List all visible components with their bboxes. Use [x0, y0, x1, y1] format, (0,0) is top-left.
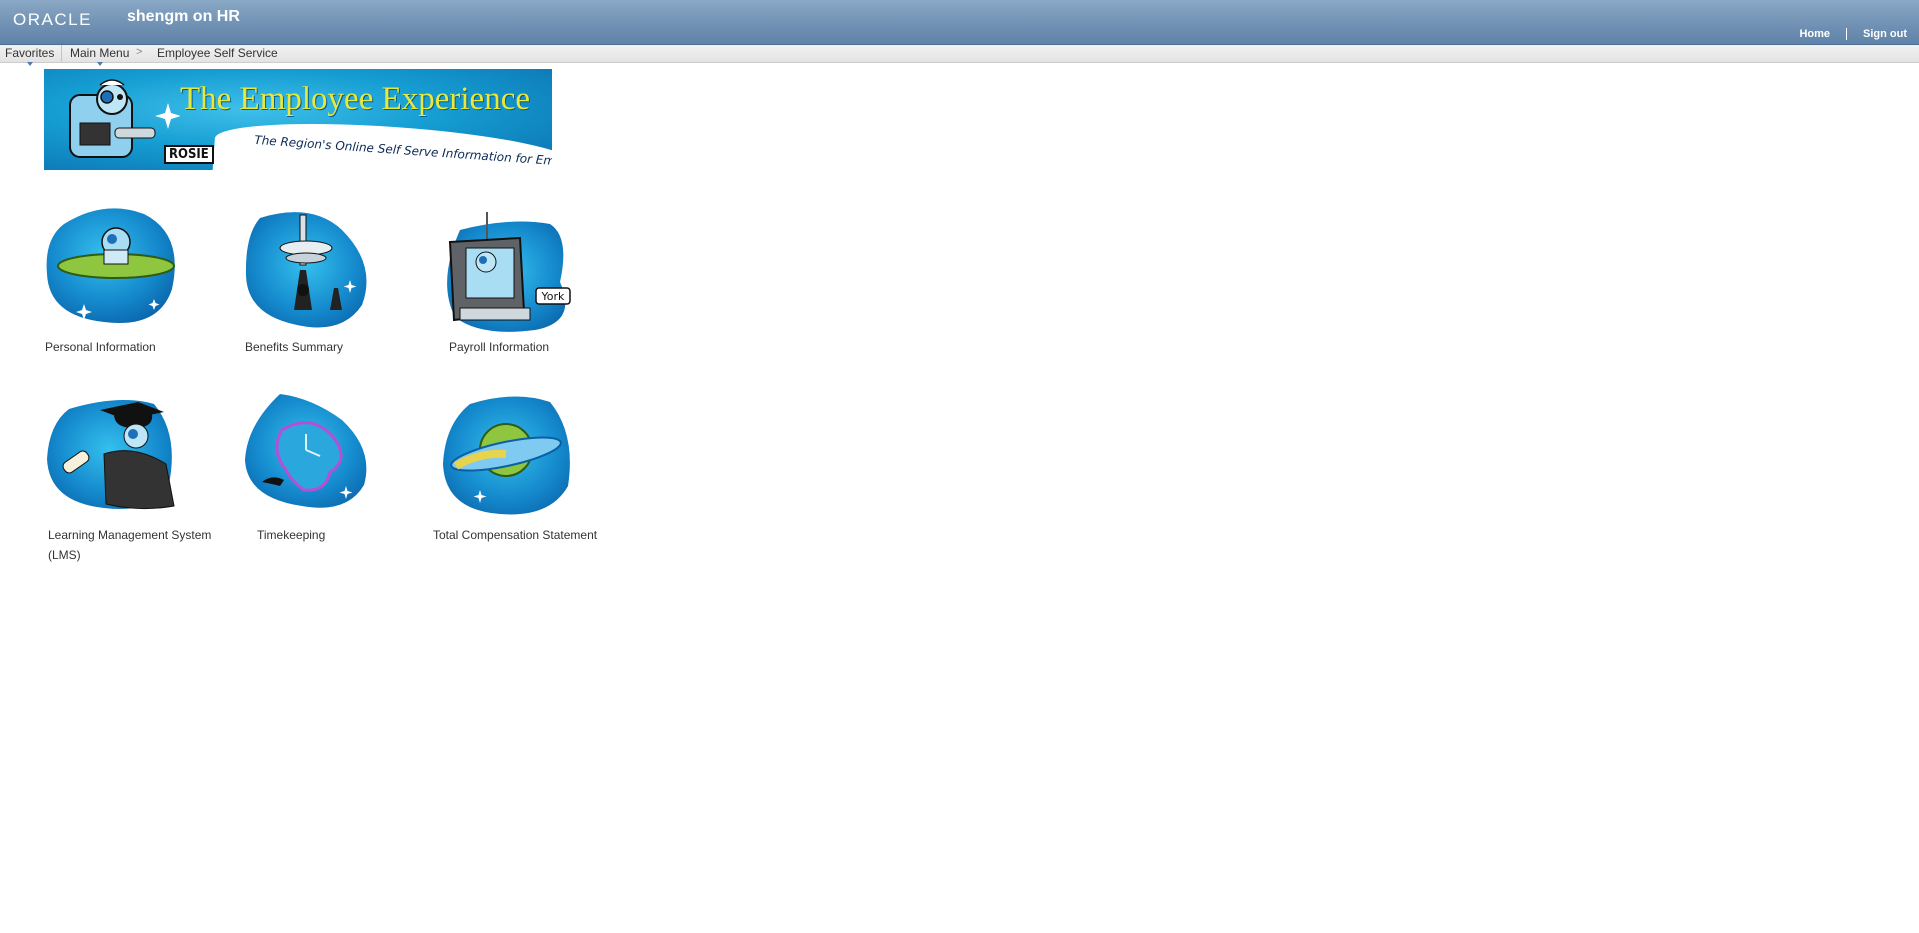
personal-information-label[interactable]: Personal Information — [45, 340, 156, 354]
oracle-logo: ORACLE — [13, 10, 92, 29]
header-links: Home Sign out — [1799, 28, 1907, 40]
timekeeping-tile[interactable] — [242, 390, 372, 514]
personal-information-tile[interactable] — [44, 204, 180, 326]
payroll-information-tile[interactable]: York — [440, 212, 576, 336]
robot-computer-icon: York — [447, 212, 571, 332]
rosie-robot-icon — [69, 79, 180, 158]
benefits-summary-tile[interactable] — [242, 210, 372, 330]
breadcrumb-chevron-icon: > — [136, 46, 143, 58]
payroll-information-label[interactable]: Payroll Information — [449, 340, 549, 354]
header-link-divider — [1846, 28, 1847, 40]
melting-clock-icon — [245, 394, 367, 508]
graduate-robot-icon — [47, 400, 175, 510]
space-tower-icon — [245, 212, 367, 328]
nav-divider — [61, 45, 62, 62]
sign-out-link[interactable]: Sign out — [1863, 28, 1907, 40]
rosie-badge: ROSIE — [164, 145, 214, 164]
learning-management-system-tile[interactable] — [44, 394, 180, 512]
york-badge: York — [541, 290, 566, 303]
favorites-menu[interactable]: Favorites — [5, 46, 55, 66]
lms-label[interactable]: Learning Management System (LMS) — [48, 525, 218, 565]
benefits-summary-label[interactable]: Benefits Summary — [245, 340, 343, 354]
main-menu-label: Main Menu — [70, 46, 130, 60]
favorites-label: Favorites — [5, 46, 55, 60]
robot-on-saucer-icon — [46, 208, 175, 324]
breadcrumb-employee-self-service[interactable]: Employee Self Service — [157, 46, 278, 60]
home-link[interactable]: Home — [1799, 28, 1830, 40]
banner-title: The Employee Experience — [180, 81, 530, 117]
timekeeping-label[interactable]: Timekeeping — [257, 528, 325, 542]
favorites-dropdown-icon — [26, 62, 33, 66]
top-header: ORACLE shengm on HR Home Sign out — [0, 0, 1919, 45]
employee-experience-banner: ROSIE The Employee Experience The Region… — [44, 69, 552, 170]
total-compensation-statement-label[interactable]: Total Compensation Statement — [433, 528, 597, 542]
total-compensation-statement-tile[interactable] — [440, 394, 576, 518]
navigation-bar: Favorites Main Menu > Employee Self Serv… — [0, 45, 1919, 66]
main-menu[interactable]: Main Menu — [70, 46, 130, 66]
main-menu-dropdown-icon — [96, 62, 103, 66]
breadcrumb-label: Employee Self Service — [157, 46, 278, 60]
planet-icon — [443, 396, 570, 515]
app-title: shengm on HR — [127, 8, 240, 25]
